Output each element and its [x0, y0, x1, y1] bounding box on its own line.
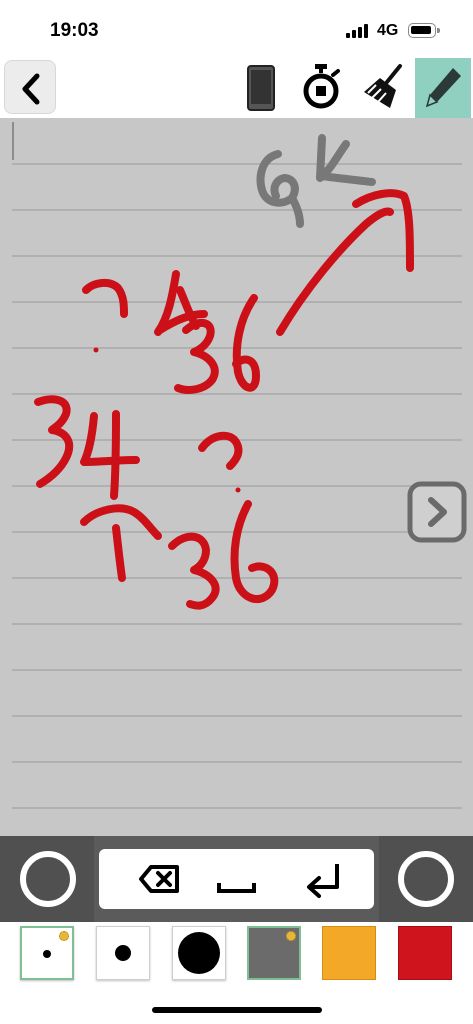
pen-palette [0, 922, 473, 992]
timer-button[interactable] [292, 58, 348, 118]
pencil-icon [425, 68, 461, 108]
return-button[interactable] [289, 849, 359, 909]
status-time: 19:03 [50, 20, 99, 41]
home-indicator[interactable] [152, 1007, 322, 1013]
space-button[interactable] [202, 849, 272, 909]
pen-size-small-button[interactable] [20, 926, 74, 980]
battery-icon [408, 23, 440, 38]
backspace-icon [139, 865, 179, 893]
keys-panel [99, 849, 374, 909]
gear-icon [59, 931, 69, 941]
phone-icon [247, 65, 275, 111]
large-dot-icon [178, 932, 220, 974]
gear-icon [286, 931, 296, 941]
return-icon [307, 864, 339, 898]
color-orange-button[interactable] [322, 926, 376, 980]
space-icon [217, 883, 256, 893]
back-button[interactable] [4, 60, 56, 114]
pen-size-medium-button[interactable] [96, 926, 150, 980]
color-red-button[interactable] [398, 926, 452, 980]
clear-button[interactable] [354, 58, 410, 118]
circle-icon [20, 851, 76, 907]
pen-size-large-button[interactable] [172, 926, 226, 980]
medium-dot-icon [115, 945, 131, 961]
status-bar: 19:03 4G [0, 0, 473, 58]
input-bar [0, 836, 473, 922]
rule-lines [12, 163, 462, 809]
next-page-button[interactable] [407, 481, 467, 543]
broom-icon [364, 64, 402, 108]
signal-icon [346, 24, 368, 38]
chevron-left-icon [22, 73, 40, 105]
left-circle-button[interactable] [0, 836, 94, 922]
stopwatch-icon [303, 64, 340, 109]
device-view-button[interactable] [234, 58, 290, 118]
toolbar [0, 58, 473, 118]
circle-icon [398, 851, 454, 907]
gray-ink-6k [256, 134, 376, 228]
backspace-button[interactable] [119, 849, 189, 909]
red-ink [34, 189, 414, 610]
small-dot-icon [43, 950, 51, 958]
drawing-canvas[interactable] [0, 118, 473, 836]
pen-tool-button[interactable] [415, 58, 471, 118]
color-gray-button[interactable] [247, 926, 301, 980]
chevron-right-icon [407, 481, 467, 543]
network-type: 4G [377, 22, 399, 39]
right-circle-button[interactable] [379, 836, 473, 922]
handwriting-strokes [12, 122, 462, 809]
